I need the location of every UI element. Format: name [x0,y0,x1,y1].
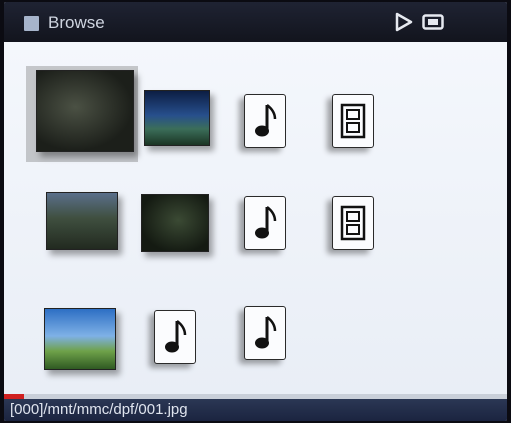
music-file-icon-3[interactable] [154,310,196,364]
file-path: [000]/mnt/mmc/dpf/001.jpg [10,401,188,418]
photo-thumbnail-4[interactable] [141,194,209,252]
menu-icon[interactable] [24,16,39,31]
memory-card-icon [422,14,444,30]
photo-thumbnail-1[interactable] [36,70,134,152]
photo-thumbnail-2[interactable] [144,90,210,146]
music-file-icon-1[interactable] [244,94,286,148]
video-file-icon-2[interactable] [332,196,374,250]
photo-thumbnail-5[interactable] [44,308,116,370]
music-file-icon-2[interactable] [244,196,286,250]
music-file-icon-4[interactable] [244,306,286,360]
photo-thumbnail-3[interactable] [46,192,118,250]
top-bar: Browse [4,2,507,42]
page-title: Browse [48,13,105,32]
file-grid [4,42,507,394]
video-file-icon-1[interactable] [332,94,374,148]
device-screen: Browse [000]/mnt/mmc/dpf/001.jpg [4,2,507,421]
play-icon[interactable] [394,12,414,32]
status-bar: [000]/mnt/mmc/dpf/001.jpg [4,399,507,421]
